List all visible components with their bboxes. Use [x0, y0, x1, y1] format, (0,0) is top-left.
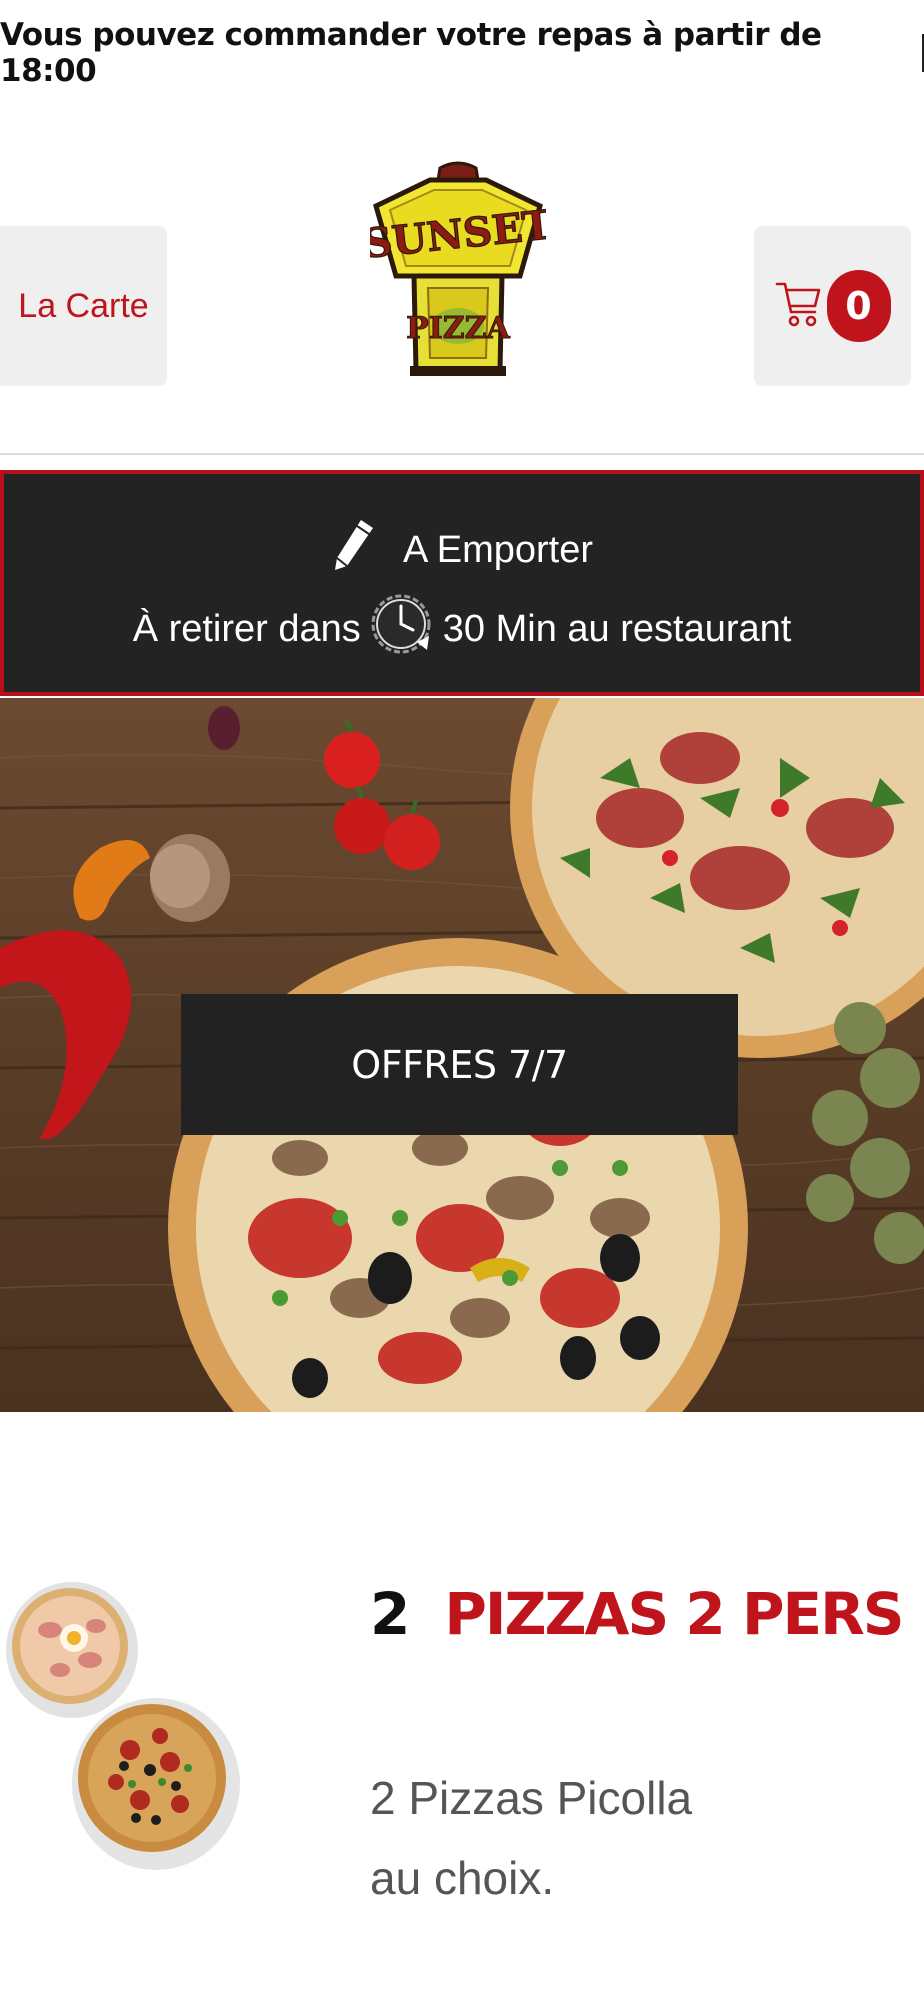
pickup-prefix: À retirer dans	[132, 607, 361, 650]
clock-icon	[369, 584, 435, 674]
product-quantity: 2	[370, 1580, 410, 1648]
product-name: PIZZAS 2 PERS	[444, 1580, 904, 1648]
product-description: 2 Pizzas Picolla au choix.	[370, 1758, 770, 1918]
order-mode-banner[interactable]: A Emporter À retirer dans 30 Min au rest…	[0, 470, 924, 696]
notice-text: Vous pouvez commander votre repas à part…	[0, 16, 822, 89]
restaurant-logo[interactable]: SUNSET PIZZA	[360, 158, 555, 382]
cart-button[interactable]: 0	[754, 226, 911, 386]
product-desc-line1: 2 Pizzas Picolla	[370, 1772, 693, 1824]
shopping-cart-icon	[775, 278, 823, 335]
product-card[interactable]: 2 PIZZAS 2 PERS 2 Pizzas Picolla au choix…	[0, 1530, 924, 2000]
header-divider	[0, 453, 924, 455]
product-title: 2 PIZZAS 2 PERS	[370, 1580, 905, 1648]
pickup-suffix: 30 Min au restaurant	[442, 607, 792, 650]
opening-time-notice: Vous pouvez commander votre repas à part…	[0, 0, 924, 105]
cart-count-badge: 0	[826, 270, 891, 342]
pickup-time-row: À retirer dans 30 Min au restaurant	[4, 584, 920, 674]
offers-button-label: OFFRES 7/7	[351, 1042, 568, 1087]
pencil-icon	[331, 516, 377, 584]
product-image	[0, 1530, 250, 1910]
order-type-label: A Emporter	[402, 528, 594, 571]
svg-text:PIZZA: PIZZA	[406, 311, 510, 346]
offers-button[interactable]: OFFRES 7/7	[181, 994, 738, 1135]
product-desc-line2: au choix.	[370, 1852, 555, 1904]
menu-button-label: La Carte	[18, 286, 149, 325]
menu-button[interactable]: La Carte	[0, 226, 167, 386]
order-type-row: A Emporter	[4, 516, 920, 584]
hero-banner: OFFRES 7/7	[0, 698, 924, 1412]
